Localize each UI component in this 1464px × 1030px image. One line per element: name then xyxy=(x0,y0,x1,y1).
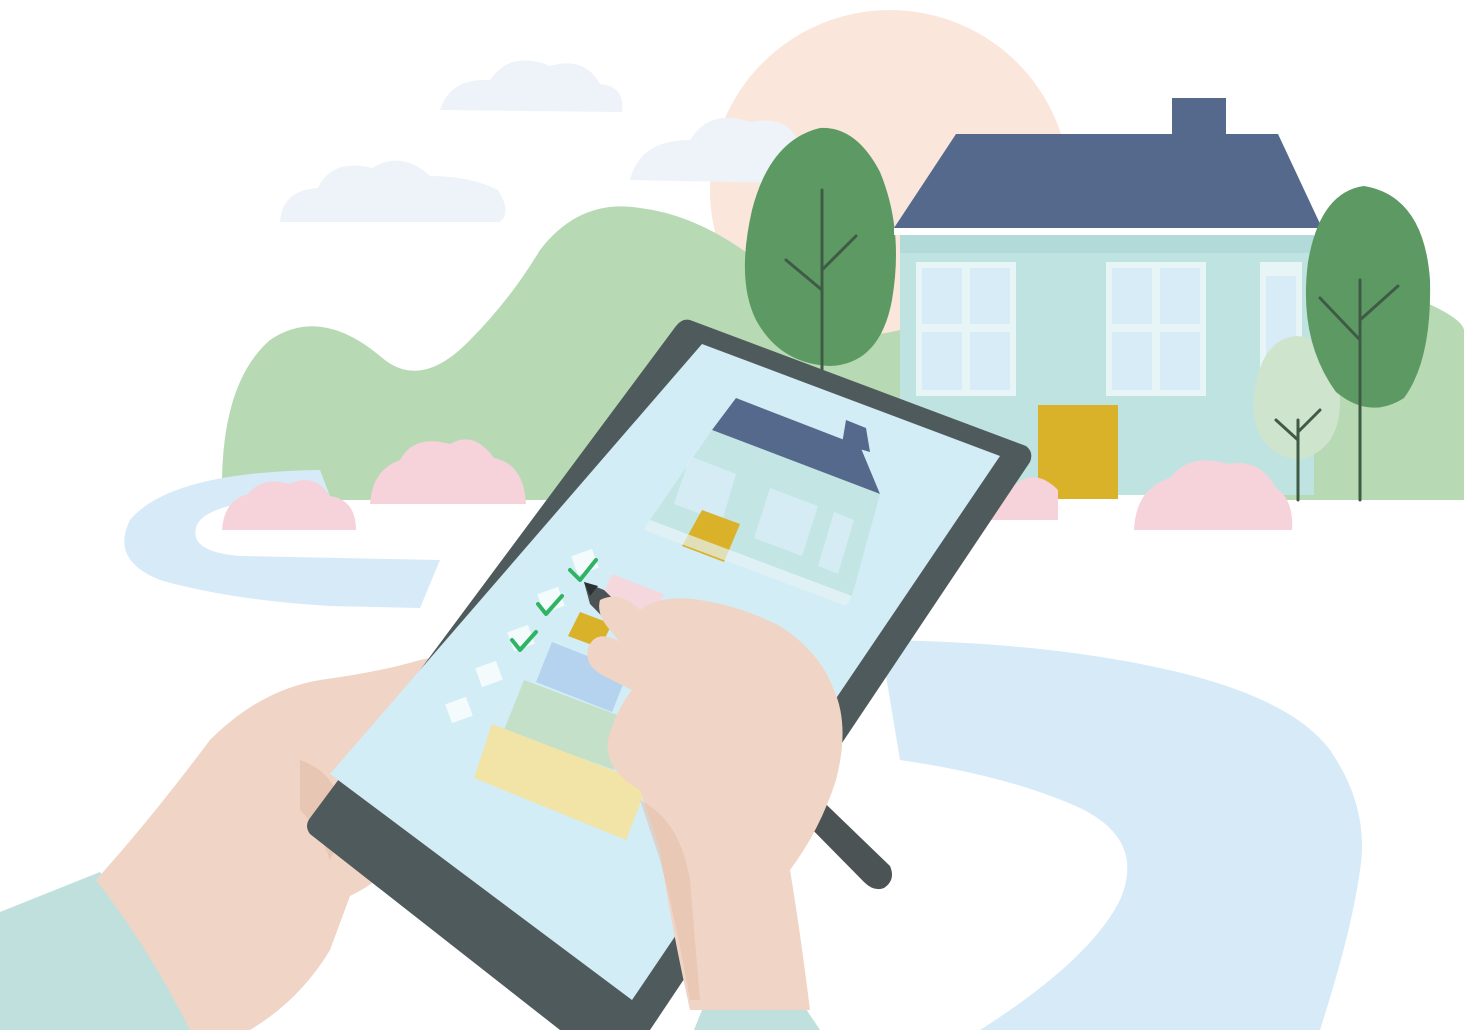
cloud-shape xyxy=(280,160,506,222)
window-left xyxy=(916,262,1016,396)
illustration-scene xyxy=(0,10,1464,1030)
window-right xyxy=(1106,262,1206,396)
path-shape xyxy=(880,640,1362,1030)
house-wall-shade xyxy=(900,235,1314,253)
roof-trim xyxy=(894,228,1318,235)
cloud-shape xyxy=(440,60,623,112)
roof-shape xyxy=(894,134,1322,228)
